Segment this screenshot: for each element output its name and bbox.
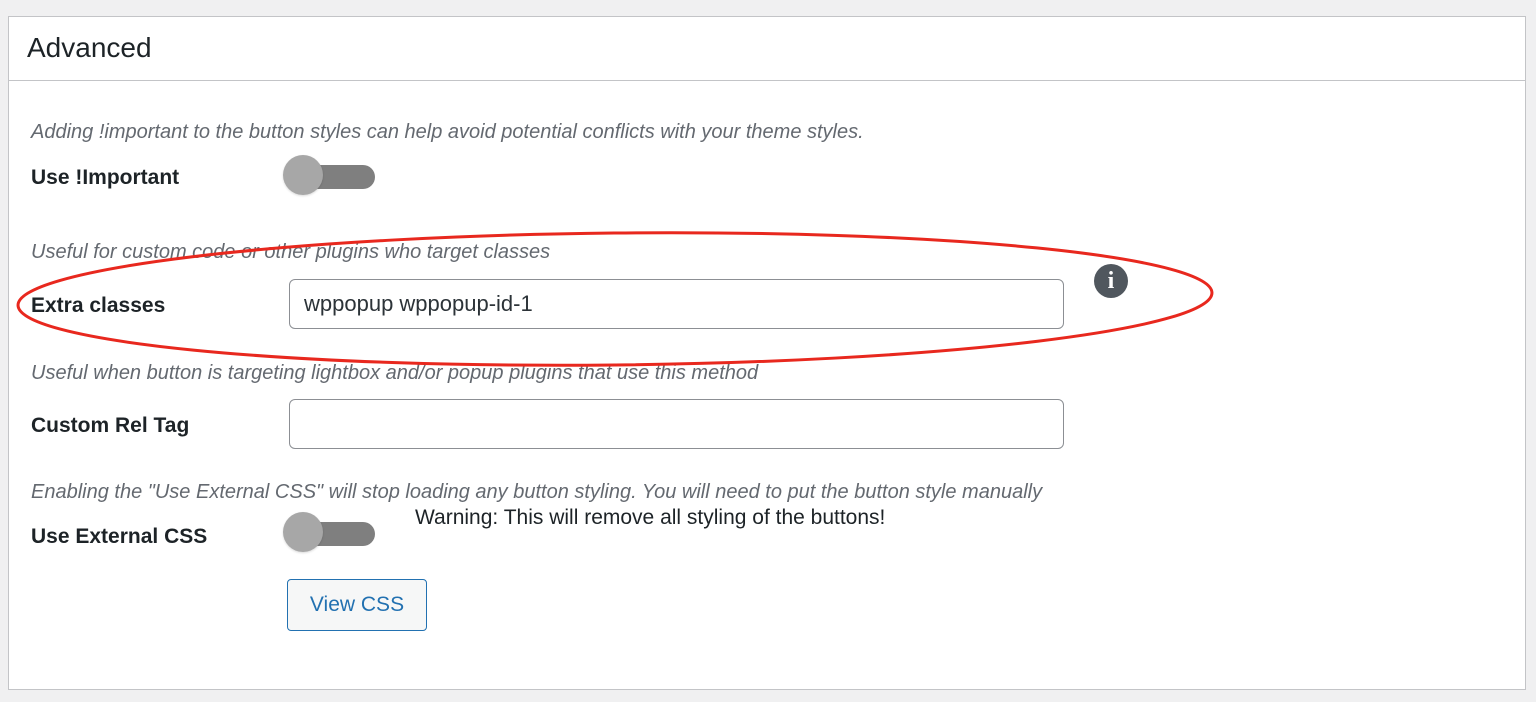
external-css-warning: Warning: This will remove all styling of… bbox=[415, 506, 886, 529]
use-important-label: Use !Important bbox=[31, 166, 180, 189]
panel-title: Advanced bbox=[27, 32, 152, 63]
use-important-description: Adding !important to the button styles c… bbox=[31, 121, 864, 143]
use-external-css-label: Use External CSS bbox=[31, 525, 208, 548]
extra-classes-description: Useful for custom code or other plugins … bbox=[31, 241, 551, 263]
advanced-panel: Advanced bbox=[8, 16, 1526, 690]
extra-classes-label: Extra classes bbox=[31, 294, 166, 317]
info-icon[interactable]: i bbox=[1094, 264, 1128, 298]
use-external-css-description: Enabling the "Use External CSS" will sto… bbox=[31, 481, 1043, 503]
custom-rel-tag-input[interactable] bbox=[289, 399, 1064, 449]
use-important-toggle[interactable] bbox=[283, 153, 375, 197]
custom-rel-tag-label: Custom Rel Tag bbox=[31, 414, 190, 437]
toggle-knob bbox=[283, 512, 323, 552]
custom-rel-tag-description: Useful when button is targeting lightbox… bbox=[31, 362, 759, 384]
view-css-button[interactable]: View CSS bbox=[287, 579, 427, 631]
toggle-knob bbox=[283, 155, 323, 195]
extra-classes-input[interactable] bbox=[289, 279, 1064, 329]
panel-header: Advanced bbox=[9, 17, 1525, 81]
use-external-css-toggle[interactable] bbox=[283, 510, 375, 554]
